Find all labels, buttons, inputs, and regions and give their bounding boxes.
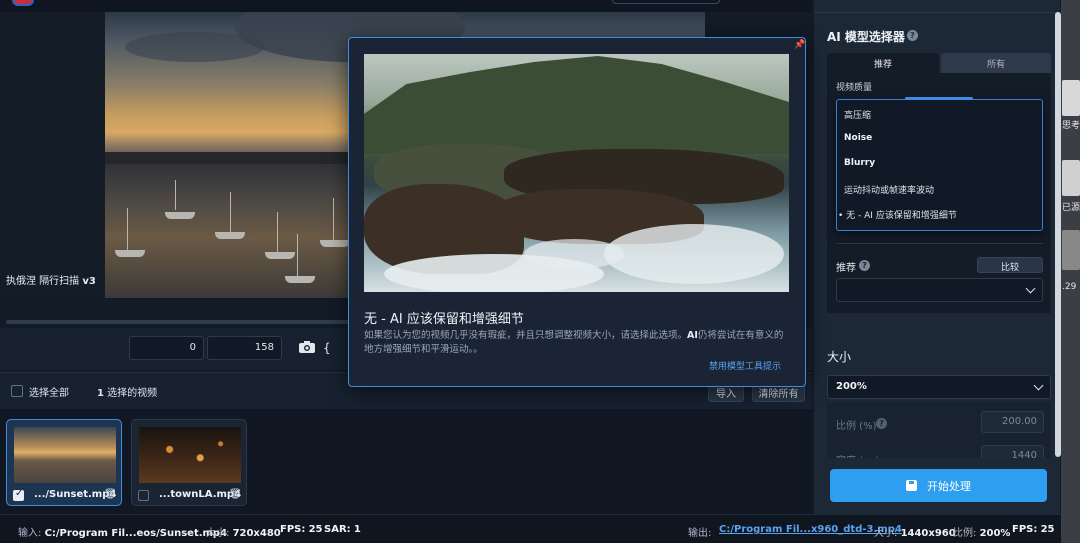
pin-icon[interactable]: 📌 [794, 40, 805, 50]
thumbnail-townla[interactable]: ...townLA.mp4 🗑 [131, 419, 247, 506]
desktop-file-icon[interactable] [1062, 230, 1080, 270]
recommend-select[interactable] [836, 278, 1043, 302]
thumbnail-sunset-image [14, 427, 116, 483]
help-icon[interactable]: ? [859, 260, 870, 271]
tooltip-title-prefix: 无 - AI [364, 312, 403, 327]
status-output-label: 输出: [688, 528, 712, 539]
dropdown-accent [905, 97, 973, 100]
tooltip-desc-part1: 如果您认为您的视频几乎没有瑕疵，并且只想调整视频大小，请选择此选项。 [364, 330, 688, 341]
selected-count-number: 1 [97, 388, 104, 399]
selected-count: 1 选择的视频 [97, 384, 157, 399]
status-out-size-value: 1440x960 [900, 528, 956, 539]
tooltip-desc-bold: AI [687, 330, 698, 341]
status-size-label: 大小: [206, 528, 230, 539]
compare-button[interactable]: 比较 [977, 257, 1043, 273]
status-input: 输入: C:/Program Fil...eos/Sunset.mp4 [18, 524, 227, 539]
ratio-field[interactable]: 200.00 [981, 411, 1044, 433]
chevron-down-icon [1025, 283, 1036, 294]
size-title: 大小 [827, 350, 852, 364]
tooltip-title-suffix: 应该保留和增强细节 [406, 312, 524, 327]
status-sar-label: SAR: [324, 524, 351, 535]
recommend-label: 推荐 [836, 263, 856, 274]
status-output-size: 大小: 1440x960 [874, 524, 956, 539]
selected-count-suffix: 选择的视频 [107, 388, 158, 399]
desktop-label: 已源 [1062, 203, 1080, 213]
preview-left-gutter [0, 12, 105, 298]
overlay-label-version: v3 [82, 276, 96, 287]
status-out-fps-value: 25 [1040, 524, 1055, 535]
tab-recommended[interactable]: 推荐 [827, 53, 939, 73]
status-output: 输出: [688, 524, 711, 539]
tooltip-description: 如果您认为您的视频几乎没有瑕疵，并且只想调整视频大小，请选择此选项。AI仍将尝试… [364, 329, 789, 357]
thumbnail-townla-image [139, 427, 241, 483]
status-out-fps-label: FPS: [1012, 524, 1038, 535]
status-fps-label: FPS: [280, 524, 306, 535]
tooltip-title: 无 - AI 应该保留和增强细节 [364, 308, 524, 327]
status-input-path: C:/Program Fil...eos/Sunset.mp4 [44, 528, 228, 539]
quality-option-none-label: 无 - AI 应该保留和增强细节 [846, 211, 957, 221]
status-fps: FPS: 25 [280, 524, 322, 535]
desktop-file-icon[interactable] [1062, 80, 1080, 116]
delete-icon[interactable]: 🗑 [104, 489, 117, 501]
preview-overlay-label: 执俄涅 隔行扫描 v3 [6, 272, 104, 287]
start-process-button[interactable]: 开始处理 [830, 469, 1047, 502]
select-all-label: 选择全部 [29, 388, 69, 399]
quality-option-high-compression[interactable]: 高压缩 [844, 108, 871, 121]
overlay-label-text: 执俄涅 隔行扫描 [6, 276, 80, 287]
trim-start-field[interactable]: 0 [129, 336, 204, 360]
status-ratio-value: 200% [979, 528, 1011, 539]
status-input-size: 大小: 720x480 [206, 524, 281, 539]
desktop-label: 思考 [1062, 121, 1080, 131]
status-sar-value: 1 [353, 524, 361, 535]
tooltip-example-image [364, 54, 789, 292]
quality-option-none[interactable]: • 无 - AI 应该保留和增强细节 [838, 208, 957, 221]
panel-divider [814, 12, 1060, 13]
ratio-label: 比例 (%) [836, 421, 877, 432]
status-sar: SAR: 1 [324, 524, 361, 535]
size-select-value: 200% [836, 381, 867, 392]
status-ratio: 比例: 200% [953, 524, 1010, 539]
status-out-fps: FPS: 25 [1012, 524, 1054, 535]
thumbnail-sunset-checkbox[interactable]: ✓ [13, 488, 24, 501]
tab-all[interactable]: 所有 [941, 53, 1051, 73]
app-logo-icon [12, 0, 34, 6]
top-dropdown[interactable] [612, 0, 720, 4]
size-select[interactable]: 200% [827, 375, 1051, 399]
status-input-label: 输入: [18, 528, 42, 539]
quality-option-noise[interactable]: Noise [844, 133, 872, 143]
help-icon[interactable]: ? [907, 30, 918, 41]
chevron-down-icon [1033, 380, 1044, 391]
desktop-label: .29 [1062, 282, 1077, 292]
disable-tooltips-link[interactable]: 禁用模型工具提示 [709, 359, 781, 372]
status-size-value: 720x480 [232, 528, 281, 539]
status-out-size-label: 大小: [874, 528, 898, 539]
camera-icon[interactable] [299, 341, 315, 353]
status-fps-value: 25 [308, 524, 323, 535]
split-icon[interactable]: { [323, 341, 331, 355]
ai-model-title: AI 模型选择器 [827, 30, 905, 44]
thumbnail-townla-checkbox[interactable] [138, 490, 149, 501]
start-process-label: 开始处理 [927, 480, 971, 493]
help-icon[interactable]: ? [876, 418, 887, 429]
status-ratio-label: 比例: [953, 528, 977, 539]
select-all-checkbox[interactable] [11, 385, 23, 397]
quality-option-motion-jitter[interactable]: 运动抖动或帧速率波动 [844, 183, 934, 196]
desktop-file-icon[interactable] [1062, 160, 1080, 196]
divider [836, 243, 1043, 244]
delete-icon[interactable]: 🗑 [229, 489, 242, 501]
thumbnail-sunset[interactable]: ✓ .../Sunset.mp4 🗑 [6, 419, 122, 506]
video-quality-label: 视频质量 [836, 83, 873, 93]
quality-option-blurry[interactable]: Blurry [844, 158, 875, 168]
trim-end-field[interactable]: 158 [207, 336, 282, 360]
save-icon [906, 480, 917, 491]
